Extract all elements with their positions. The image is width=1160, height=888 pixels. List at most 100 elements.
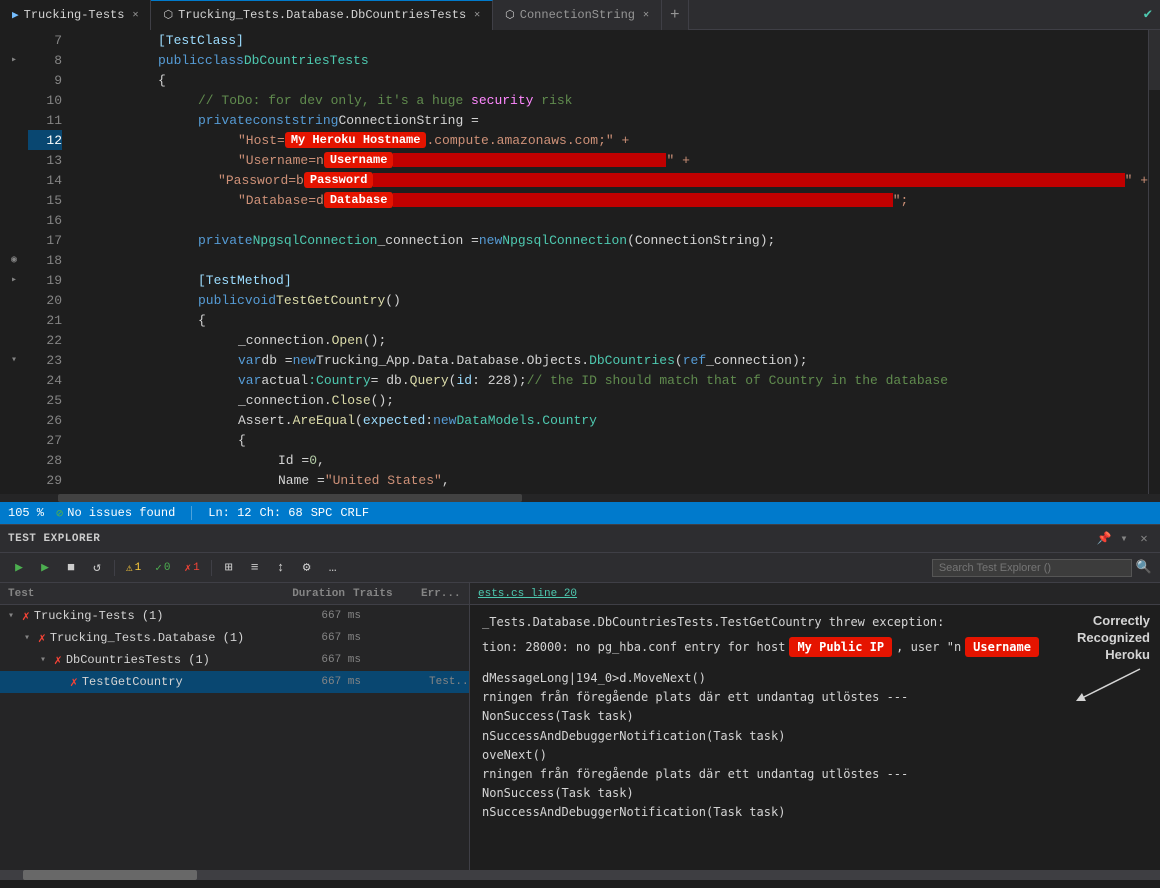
minimap-thumb[interactable] — [1149, 30, 1160, 90]
filter-button[interactable]: ⊞ — [218, 557, 240, 579]
code-line-29: Name = "United States", — [78, 470, 1148, 490]
tree-item-test-get-country[interactable]: ✗ TestGetCountry 667 ms Test... — [0, 671, 469, 693]
fail-icon-db-countries: ✗ — [54, 653, 62, 668]
file-link[interactable]: ests.cs line 20 — [478, 588, 577, 600]
tree-err-test-get-country: Test... — [429, 676, 469, 688]
code-line-16 — [78, 210, 1148, 230]
stack-line-6: rningen från föregående plats där ett un… — [482, 765, 1148, 784]
tree-dur-test-get-country: 667 ms — [289, 676, 369, 688]
username-badge: Username — [965, 637, 1039, 657]
chevron-down-icon[interactable]: ▾ — [1116, 531, 1132, 547]
no-issues-status[interactable]: ⊘ No issues found — [56, 506, 175, 521]
more-options-icon[interactable]: … — [322, 557, 344, 579]
password-label: Password — [304, 172, 374, 188]
tab-db-countries[interactable]: ⬡ Trucking_Tests.Database.DbCountriesTes… — [151, 0, 493, 30]
scrollbar-thumb[interactable] — [58, 494, 522, 502]
collapse-gutter: ▸ ◉ ▸ ▾ — [0, 30, 28, 494]
settings-icon[interactable]: ⚙ — [296, 557, 318, 579]
test-explorer-header: Test Explorer 📌 ▾ ✕ — [0, 525, 1160, 553]
tab-icon-trucking: ▶ — [12, 8, 19, 22]
pass-count: 0 — [164, 562, 171, 574]
code-line-26: Assert.AreEqual(expected: new DataModels… — [78, 410, 1148, 430]
zoom-status[interactable]: 105 % — [8, 506, 44, 520]
code-line-18 — [78, 250, 1148, 270]
stack-line-8: nSuccessAndDebuggerNotification(Task tas… — [482, 803, 1148, 822]
bottom-h-scrollbar[interactable] — [0, 870, 1160, 880]
test-explorer-title: Test Explorer — [8, 533, 100, 545]
stack-line-2: rningen från föregående plats där ett un… — [482, 688, 1148, 707]
status-bar: 105 % ⊘ No issues found Ln: 12 Ch: 68 SP… — [0, 502, 1160, 524]
output-header: ests.cs line 20 — [470, 583, 1160, 605]
line-numbers: 7 8 9 10 11 12 13 14 15 16 17 18 19 20 2… — [28, 30, 70, 494]
check-icon: ⊘ — [56, 506, 63, 521]
badge-pass[interactable]: ✓ 0 — [150, 560, 175, 576]
tab-label-db: Trucking_Tests.Database.DbCountriesTests — [178, 8, 466, 22]
fail-count: 1 — [193, 562, 200, 574]
stack-line-5: oveNext() — [482, 746, 1148, 765]
annotation-arrow-svg — [1070, 664, 1150, 704]
tab-close-trucking[interactable]: ✕ — [132, 9, 138, 21]
cursor-position: Ln: 12 Ch: 68 SPC CRLF — [208, 506, 369, 520]
tab-close-db[interactable]: ✕ — [474, 9, 480, 21]
code-line-8: public class DbCountriesTests — [78, 50, 1148, 70]
warn-icon: ⚠ — [126, 561, 133, 575]
code-line-28: Id = 0, — [78, 450, 1148, 470]
refresh-button[interactable]: ↺ — [86, 557, 108, 579]
build-status-icon: ✔ — [1144, 6, 1152, 23]
horizontal-scrollbar[interactable] — [0, 494, 1160, 502]
test-tree: Test Duration Traits Err... ▾ ✗ Trucking… — [0, 583, 470, 870]
tree-dur-database: 667 ms — [289, 632, 369, 644]
code-editor[interactable]: [TestClass] public class DbCountriesTest… — [70, 30, 1148, 494]
title-bar: ▶ Trucking-Tests ✕ ⬡ Trucking_Tests.Data… — [0, 0, 1160, 30]
line-number: Ln: 12 — [208, 506, 251, 520]
username-label: Username — [324, 152, 394, 168]
collapse-icon-20[interactable]: ▸ — [0, 270, 28, 290]
stop-button[interactable]: ■ — [60, 557, 82, 579]
tab-trucking-tests[interactable]: ▶ Trucking-Tests ✕ — [0, 0, 151, 30]
tree-label-trucking: Trucking-Tests (1) — [34, 609, 289, 623]
tree-item-trucking-database[interactable]: ▾ ✗ Trucking_Tests.Database (1) 667 ms — [0, 627, 469, 649]
fail-icon: ✗ — [184, 561, 191, 575]
add-tab-button[interactable]: + — [662, 0, 689, 30]
bottom-h-scrollbar-thumb[interactable] — [23, 870, 197, 880]
pin-button[interactable]: 📌 — [1096, 531, 1112, 547]
col-number: Ch: 68 — [260, 506, 303, 520]
database-label: Database — [324, 192, 394, 208]
code-line-23: var db = new Trucking_App.Data.Database.… — [78, 350, 1148, 370]
sort-button[interactable]: ↕ — [270, 557, 292, 579]
search-icon[interactable]: 🔍 — [1136, 560, 1152, 575]
error-text-1: _Tests.Database.DbCountriesTests.TestGet… — [482, 613, 944, 631]
expand-icon-db-countries: ▾ — [36, 654, 50, 666]
tab-connection-string[interactable]: ⬡ ConnectionString ✕ — [493, 0, 662, 30]
tree-item-db-countries-tests[interactable]: ▾ ✗ DbCountriesTests (1) 667 ms — [0, 649, 469, 671]
tree-header: Test Duration Traits Err... — [0, 583, 469, 605]
code-line-13: "Username=nUsername " + — [78, 150, 1148, 170]
badge-warn[interactable]: ⚠ 1 — [121, 560, 146, 576]
tab-icon-conn: ⬡ — [505, 8, 515, 22]
tree-label-database: Trucking_Tests.Database (1) — [50, 631, 289, 645]
collapse-icon-26[interactable]: ▾ — [0, 350, 28, 370]
group-by-button[interactable]: ≡ — [244, 557, 266, 579]
heroku-annotation: CorrectlyRecognizedHeroku — [1070, 613, 1150, 704]
expand-icon-trucking: ▾ — [4, 610, 18, 622]
bookmark-icon-19[interactable]: ◉ — [0, 250, 28, 270]
run-all-button[interactable]: ▶ — [8, 557, 30, 579]
badge-fail[interactable]: ✗ 1 — [179, 560, 204, 576]
minimap — [1148, 30, 1160, 494]
zoom-level: 105 % — [8, 506, 44, 520]
output-content: CorrectlyRecognizedHeroku _Tests — [470, 605, 1160, 831]
collapse-icon-8[interactable]: ▸ — [0, 50, 28, 70]
tab-close-conn[interactable]: ✕ — [643, 9, 649, 21]
tree-item-trucking-tests[interactable]: ▾ ✗ Trucking-Tests (1) 667 ms — [0, 605, 469, 627]
hostname-label: My Heroku Hostname — [285, 132, 427, 148]
close-panel-button[interactable]: ✕ — [1136, 531, 1152, 547]
code-line-27: { — [78, 430, 1148, 450]
run-selected-button[interactable]: ▶ — [34, 557, 56, 579]
pass-icon: ✓ — [155, 561, 162, 575]
col-test-label: Test — [8, 588, 257, 600]
search-input[interactable] — [932, 559, 1132, 577]
code-container: ▸ ◉ ▸ ▾ 7 8 9 10 — [0, 30, 1160, 494]
stack-trace: dMessageLong|194_0>d.MoveNext() rningen … — [482, 669, 1148, 823]
tree-dur-db-countries: 667 ms — [289, 654, 369, 666]
code-line-7: [TestClass] — [78, 30, 1148, 50]
